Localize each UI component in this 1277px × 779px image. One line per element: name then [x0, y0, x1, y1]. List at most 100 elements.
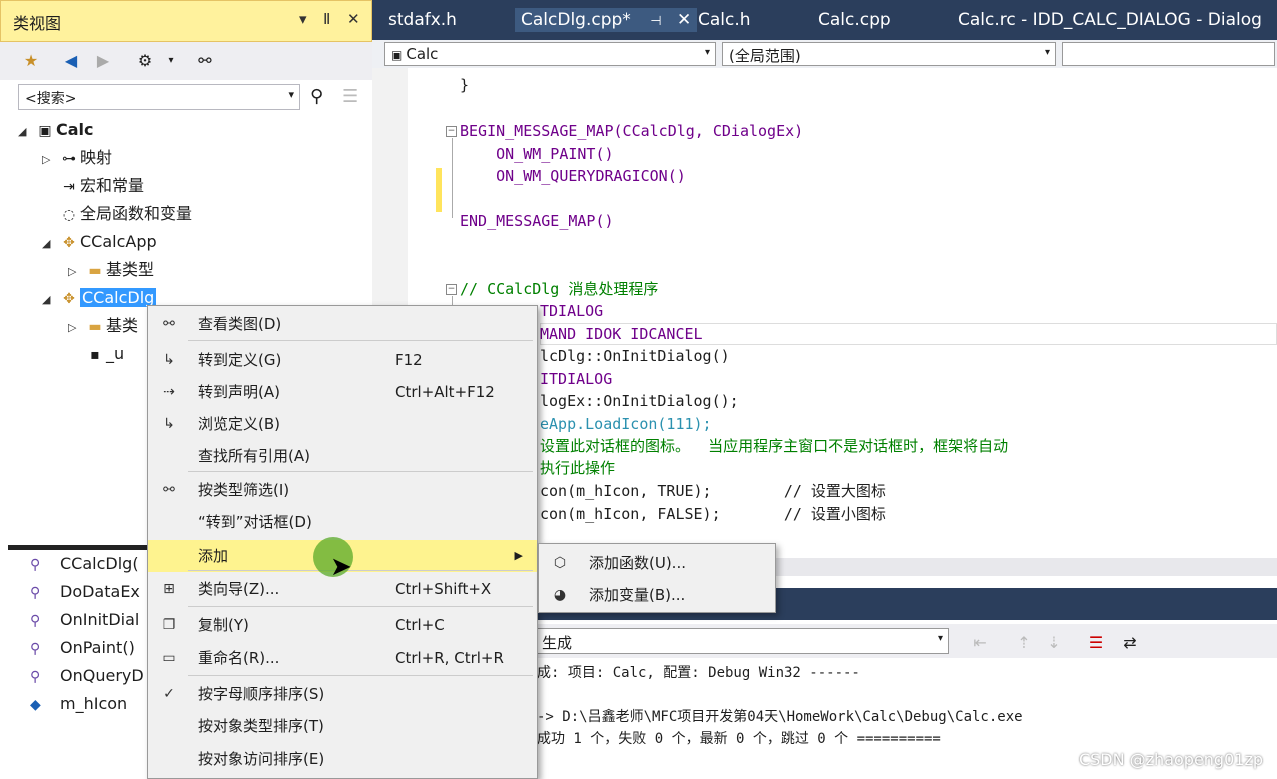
settings-search-icon[interactable]: ☰ [342, 86, 358, 107]
expand-arrow-icon[interactable]: ◢ [42, 287, 58, 313]
member-item[interactable]: ⚲ OnQueryD [30, 662, 144, 690]
search-icon[interactable]: ⚲ [310, 86, 323, 107]
chevron-down-icon[interactable]: ▾ [288, 88, 294, 101]
method-icon: ⚲ [30, 641, 41, 657]
tab-calc-rc[interactable]: Calc.rc - IDD_CALC_DIALOG - Dialog [958, 10, 1262, 30]
context-menu-item[interactable]: ⇢ 转到声明(A) Ctrl+Alt+F12 [148, 376, 537, 408]
context-menu-item[interactable]: ⚯ 按类型筛选(I) [148, 474, 537, 506]
back-icon[interactable]: ◀ [60, 50, 82, 72]
member-item[interactable]: ⚲ CCalcDlg( [30, 550, 139, 578]
submenu-item[interactable]: ⬡ 添加函数(U)... [539, 547, 775, 579]
context-menu-label: 查找所有引用(A) [198, 447, 310, 465]
submenu-arrow-icon: ▶ [514, 549, 523, 562]
pin-tab-icon[interactable]: ⊣ [650, 14, 661, 29]
expand-arrow-icon[interactable]: ▷ [42, 147, 58, 173]
context-menu-item[interactable]: ▭ 重命名(R)... Ctrl+R, Ctrl+R [148, 642, 537, 674]
member-label: m_hIcon [60, 694, 128, 713]
context-menu-item[interactable]: 按对象类型排序(T) [148, 710, 537, 742]
chevron-down-icon[interactable]: ▾ [1045, 47, 1050, 58]
tree-item[interactable]: ◢ ✥ CCalcApp [42, 229, 157, 255]
tab-calcdlg-cpp[interactable]: CalcDlg.cpp* ⊣ ✕ [515, 8, 698, 32]
class-view-search-input[interactable]: <搜索> ▾ [18, 84, 300, 110]
member-item[interactable]: ◆ m_hIcon [30, 690, 127, 718]
context-menu-shortcut: Ctrl+Shift+X [395, 580, 492, 598]
scope-combo[interactable]: (全局范围) ▾ [722, 42, 1056, 66]
member-item[interactable]: ⚲ OnInitDial [30, 606, 139, 634]
tree-item[interactable]: ▷ ⊶ 映射 [42, 145, 112, 171]
context-menu-label: 浏览定义(B) [198, 415, 280, 433]
close-icon[interactable]: ✕ [347, 10, 360, 28]
member-item[interactable]: ⚲ OnPaint() [30, 634, 135, 662]
context-menu-item[interactable]: 查找所有引用(A) [148, 440, 537, 472]
submenu-item[interactable]: ◕ 添加变量(B)... [539, 579, 775, 611]
tree-item[interactable]: ▷ ▬ 基类 [68, 313, 138, 339]
code-line: 执行此操作 [540, 459, 616, 477]
chevron-down-icon[interactable]: ▾ [938, 633, 943, 644]
word-wrap-icon[interactable]: ⇄ [1119, 632, 1141, 654]
mouse-pointer-icon: ➤ [330, 552, 352, 582]
expand-arrow-icon[interactable]: ◢ [42, 231, 58, 257]
context-menu-item[interactable]: ↳ 浏览定义(B) [148, 408, 537, 440]
tree-item[interactable]: ◢ ✥ CCalcDlg [42, 285, 157, 313]
code-line: BEGIN_MESSAGE_MAP(CCalcDlg, CDialogEx) [460, 122, 804, 140]
member-combo[interactable] [1062, 42, 1275, 66]
expand-arrow-icon[interactable]: ▷ [68, 259, 84, 285]
context-menu-item[interactable]: ❐ 复制(Y) Ctrl+C [148, 609, 537, 641]
tree-item[interactable]: ▪ _u [68, 341, 124, 367]
context-menu-shortcut: Ctrl+R, Ctrl+R [395, 649, 504, 667]
class-diagram-icon[interactable]: ⚯ [194, 50, 216, 72]
context-menu-label: 按类型筛选(I) [198, 481, 290, 499]
pin-icon[interactable]: Ⅱ [323, 10, 330, 28]
forward-icon[interactable]: ▶ [92, 50, 114, 72]
prev-message-icon[interactable]: ⇤ [969, 632, 991, 654]
tree-item[interactable]: ▷ ▬ 基类型 [68, 257, 154, 283]
code-line: MAND IDOK IDCANCEL [540, 325, 703, 343]
tree-item-label: 基类型 [106, 260, 155, 279]
dropdown-icon[interactable]: ▾ [299, 10, 307, 28]
fold-toggle-icon[interactable]: − [446, 126, 457, 137]
tree-item[interactable]: ◢ ▣ Calc [18, 117, 94, 143]
tree-item-label: _u [106, 344, 125, 363]
settings-icon[interactable]: ⚙ [134, 50, 156, 72]
context-menu-item[interactable]: ⚯ 查看类图(D) [148, 308, 537, 340]
expand-arrow-icon[interactable]: ◢ [18, 119, 34, 145]
settings-dropdown-icon[interactable]: ▾ [160, 50, 182, 72]
context-menu-label: 转到定义(G) [198, 351, 282, 369]
context-menu-item[interactable]: “转到”对话框(D) [148, 506, 537, 538]
member-item[interactable]: ⚲ DoDataEx [30, 578, 140, 606]
code-line: END_MESSAGE_MAP() [460, 212, 614, 230]
member-label: OnPaint() [60, 638, 135, 657]
context-menu-label: “转到”对话框(D) [198, 513, 312, 531]
output-line: 成: 项目: Calc, 配置: Debug Win32 ------ [537, 665, 860, 681]
tree-item[interactable]: ◌ 全局函数和变量 [42, 201, 192, 227]
tab-calc-cpp[interactable]: Calc.cpp [818, 10, 891, 30]
class-combo-value: Calc [406, 45, 439, 63]
fold-guide [452, 138, 453, 218]
tree-item[interactable]: ⇥ 宏和常量 [42, 173, 144, 199]
code-line: ON_WM_QUERYDRAGICON() [460, 167, 686, 185]
expand-arrow-icon[interactable]: ▷ [68, 315, 84, 341]
context-menu-label: 按对象类型排序(T) [198, 717, 324, 735]
chevron-down-icon[interactable]: ▾ [705, 47, 710, 58]
tree-item-label: 全局函数和变量 [80, 204, 193, 223]
tab-stdafx-h[interactable]: stdafx.h [388, 10, 457, 30]
context-menu-item[interactable]: ↳ 转到定义(G) F12 [148, 344, 537, 376]
up-icon[interactable]: ⇡ [1013, 632, 1035, 654]
class-view-titlebar: 类视图 ▾ Ⅱ ✕ [0, 0, 372, 42]
class-combo[interactable]: ▣ Calc ▾ [384, 42, 716, 66]
output-source-combo[interactable]: 生成 ▾ [537, 628, 949, 654]
goto-definition-icon: ↳ [163, 352, 175, 368]
tab-calc-h[interactable]: Calc.h [698, 10, 751, 30]
context-menu-label: 类向导(Z)... [198, 580, 280, 598]
new-folder-icon[interactable]: ★ [20, 50, 42, 72]
down-icon[interactable]: ⇣ [1043, 632, 1065, 654]
code-line: eApp.LoadIcon(111); [540, 415, 712, 433]
context-menu-item[interactable]: 按对象访问排序(E) [148, 743, 537, 775]
close-tab-icon[interactable]: ✕ [677, 10, 691, 30]
clear-all-icon[interactable]: ☰ [1085, 632, 1107, 654]
tab-calcdlg-cpp-label: CalcDlg.cpp* [521, 10, 631, 30]
fold-toggle-icon[interactable]: − [446, 284, 457, 295]
context-menu-item[interactable]: ✓ 按字母顺序排序(S) [148, 678, 537, 710]
code-line: TDIALOG [540, 302, 604, 320]
context-menu-label: 查看类图(D) [198, 315, 282, 333]
